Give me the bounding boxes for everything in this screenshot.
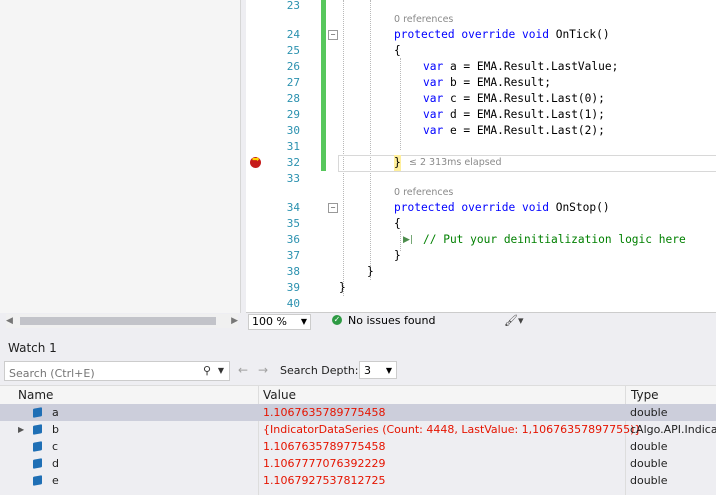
- zoom-dropdown[interactable]: 100 % ▼: [248, 314, 311, 330]
- search-depth-label: Search Depth:: [280, 364, 359, 377]
- chevron-down-icon: ▼: [300, 317, 307, 326]
- line-number: 28: [286, 92, 300, 105]
- line-number: 25: [286, 44, 300, 57]
- line-number: 38: [286, 265, 300, 278]
- local-variable-icon: [33, 441, 42, 452]
- code-editor[interactable]: − − 0 references 0 references 23 24 prot…: [246, 0, 716, 312]
- line-number: 34: [286, 201, 300, 214]
- solution-panel: [0, 0, 241, 313]
- perftip-elapsed[interactable]: ≤ 2 313ms elapsed: [409, 157, 502, 168]
- watch-type: double: [630, 457, 668, 470]
- line-number: 37: [286, 249, 300, 262]
- scroll-right-icon[interactable]: ▶: [231, 314, 238, 328]
- code-line: protected override void OnStop(): [394, 201, 610, 214]
- code-line: {: [394, 217, 401, 230]
- watch-type: double: [630, 474, 668, 487]
- watch-type: cAlgo.API.Indica: [630, 423, 716, 436]
- codelens-references[interactable]: 0 references: [394, 13, 453, 27]
- expand-arrow-icon[interactable]: ▶: [18, 421, 24, 438]
- column-header-type[interactable]: Type: [631, 387, 659, 403]
- watch-row[interactable]: c 1.1067635789775458 double: [0, 438, 716, 455]
- local-variable-icon: [33, 475, 42, 486]
- column-header-value[interactable]: Value: [263, 387, 296, 403]
- code-line: protected override void OnTick(): [394, 28, 610, 41]
- watch-row[interactable]: a 1.1067635789775458 double: [0, 404, 716, 421]
- watch-row[interactable]: ▶ b {IndicatorDataSeries (Count: 4448, L…: [0, 421, 716, 438]
- run-to-click-icon[interactable]: ▶|: [403, 232, 413, 248]
- code-line: var e = EMA.Result.Last(2);: [423, 124, 605, 137]
- line-number: 27: [286, 76, 300, 89]
- issues-status[interactable]: No issues found: [348, 314, 435, 327]
- code-line: var a = EMA.Result.LastValue;: [423, 60, 619, 73]
- code-line: }: [339, 281, 346, 294]
- watch-name: b: [52, 423, 59, 436]
- code-line: {: [394, 44, 401, 57]
- local-variable-icon: [33, 458, 42, 469]
- watch-value: 1.1067635789775458: [263, 440, 386, 453]
- line-number: 39: [286, 281, 300, 294]
- line-number: 40: [286, 297, 300, 310]
- watch-type: double: [630, 440, 668, 453]
- watch-name: d: [52, 457, 59, 470]
- watch-name: a: [52, 406, 59, 419]
- watch-value: 1.1067777076392229: [263, 457, 386, 470]
- watch-grid-header: Name Value Type: [0, 385, 716, 405]
- local-variable-icon: [33, 407, 42, 418]
- search-icon[interactable]: ⚲: [203, 362, 211, 380]
- code-line: }: [394, 249, 401, 262]
- search-depth-value: 3: [364, 364, 371, 377]
- line-number: 23: [286, 0, 300, 12]
- line-number: 33: [286, 172, 300, 185]
- line-number: 29: [286, 108, 300, 121]
- watch-type: double: [630, 406, 668, 419]
- watch-row[interactable]: e 1.1067927537812725 double: [0, 472, 716, 489]
- watch-value: 1.1067927537812725: [263, 474, 386, 487]
- current-statement-arrow-icon: ➡: [252, 155, 260, 165]
- watch-value: {IndicatorDataSeries (Count: 4448, LastV…: [263, 423, 642, 436]
- line-number: 32: [286, 156, 300, 169]
- watch-value: 1.1067635789775458: [263, 406, 386, 419]
- watch-search-input[interactable]: [5, 365, 193, 382]
- line-number: 24: [286, 28, 300, 41]
- search-back-icon[interactable]: ←: [238, 363, 248, 377]
- watch-search-box[interactable]: ⚲ ▼: [4, 361, 230, 382]
- code-line: // Put your deinitialization logic here: [423, 233, 686, 246]
- local-variable-icon: [33, 424, 42, 435]
- check-icon: ✓: [332, 315, 342, 325]
- scroll-thumb[interactable]: [20, 317, 216, 325]
- zoom-level: 100 %: [252, 315, 287, 328]
- search-depth-select[interactable]: 3 ▼: [359, 361, 397, 379]
- watch-name: e: [52, 474, 59, 487]
- chevron-down-icon: ▼: [385, 366, 392, 375]
- watch-row[interactable]: d 1.1067777076392229 double: [0, 455, 716, 472]
- search-forward-icon[interactable]: →: [258, 363, 268, 377]
- line-number: 35: [286, 217, 300, 230]
- code-line: }: [394, 155, 401, 171]
- horizontal-scrollbar[interactable]: ◀ ▶: [6, 314, 238, 328]
- watch-window-header: Watch 1: [0, 339, 716, 357]
- code-line: }: [367, 265, 374, 278]
- line-number: 31: [286, 140, 300, 153]
- watch-name: c: [52, 440, 59, 453]
- code-line: var d = EMA.Result.Last(1);: [423, 108, 605, 121]
- codelens-references[interactable]: 0 references: [394, 186, 453, 200]
- line-number: 26: [286, 60, 300, 73]
- breakpoint-icon[interactable]: ➡: [250, 155, 261, 168]
- line-number: 36: [286, 233, 300, 246]
- scroll-left-icon[interactable]: ◀: [6, 314, 13, 328]
- column-header-name[interactable]: Name: [18, 387, 53, 403]
- chevron-down-icon[interactable]: ▼: [218, 362, 224, 380]
- code-line: var b = EMA.Result;: [423, 76, 551, 89]
- watch-window-title: Watch 1: [8, 341, 57, 355]
- line-number: 30: [286, 124, 300, 137]
- code-line: var c = EMA.Result.Last(0);: [423, 92, 605, 105]
- editor-status-bar: 100 % ▼ ✓ No issues found 🖌▾: [246, 312, 716, 331]
- code-cleanup-icon[interactable]: 🖌▾: [504, 314, 524, 327]
